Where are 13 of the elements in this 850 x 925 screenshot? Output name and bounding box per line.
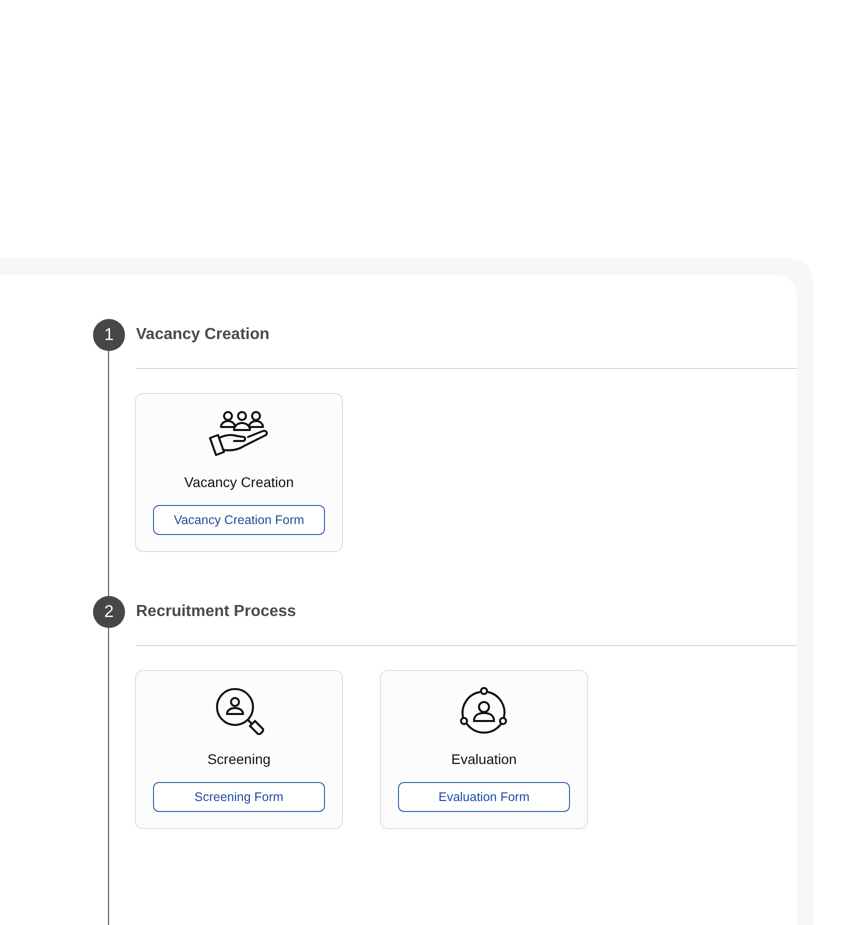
card-title: Vacancy Creation [184,473,294,492]
form-button[interactable]: Evaluation Form [398,782,570,812]
step-title: Vacancy Creation [136,325,270,345]
people-hand-icon [208,410,270,458]
card-title: Screening [207,750,271,769]
step-number: 2 [93,596,125,628]
person-search-icon [213,687,265,735]
step-title: Recruitment Process [136,602,296,622]
person-cycle-icon [459,687,509,735]
form-button[interactable]: Screening Form [153,782,325,812]
card-title: Evaluation [451,750,517,769]
form-button[interactable]: Vacancy Creation Form [153,505,325,535]
step-number: 1 [93,319,125,351]
